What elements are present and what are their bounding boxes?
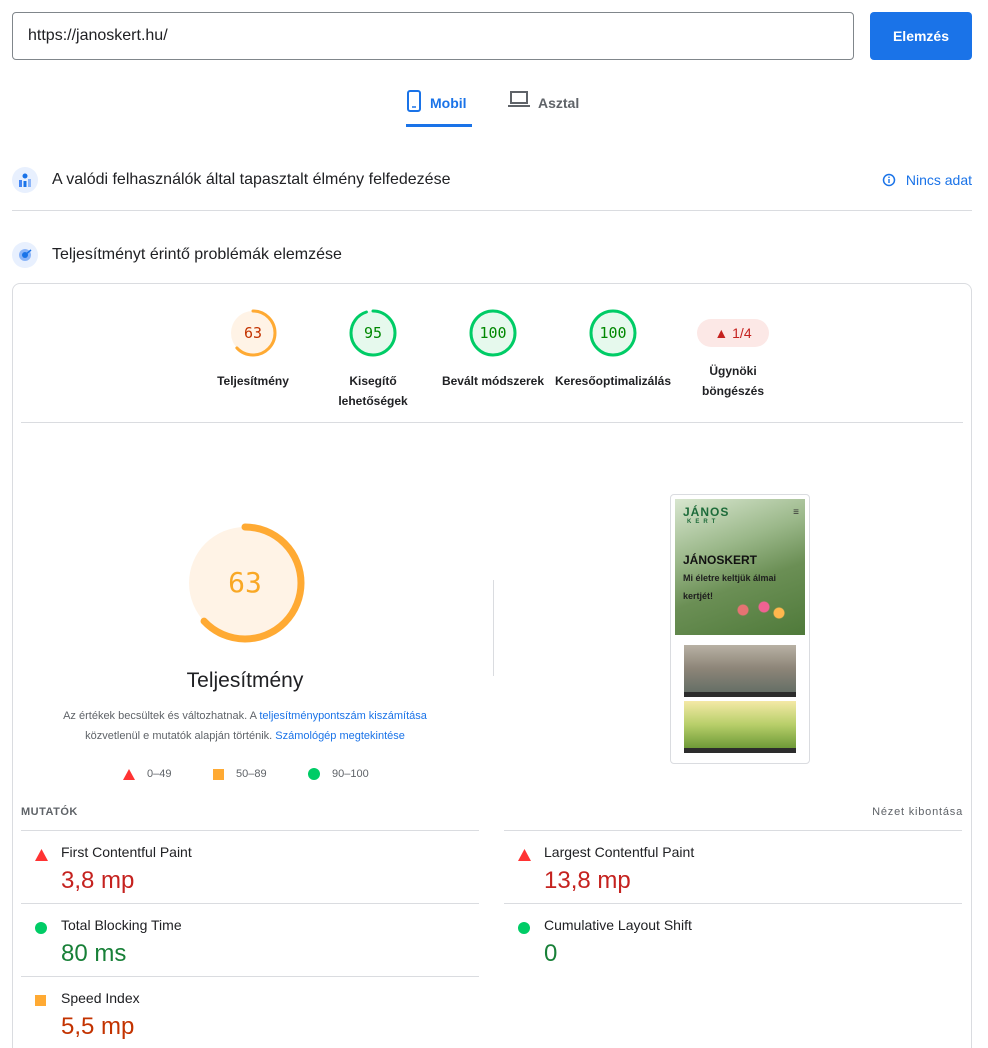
flowers-decoration (731, 595, 791, 625)
metric-value: 0 (544, 940, 558, 967)
page-screenshot: JÁNOS KERT ≡ JÁNOSKERT Mi életre keltjük … (670, 494, 810, 764)
report-card: 63 Teljesítmény 95 Kisegítő lehetőségek … (12, 283, 972, 1048)
calculator-link[interactable]: Számológép megtekintése (275, 730, 405, 742)
legend-range: 90–100 (332, 768, 369, 780)
score-value: 100 (599, 324, 627, 342)
analyze-button[interactable]: Elemzés (870, 12, 972, 60)
hero-image: JÁNOS KERT ≡ JÁNOSKERT Mi életre keltjük … (675, 499, 805, 635)
legend-average: 50–89 (213, 768, 267, 780)
metric-value: 3,8 mp (61, 867, 135, 894)
circle-icon (308, 768, 320, 780)
score-value: 63 (243, 324, 263, 342)
info-icon (882, 173, 896, 187)
tab-desktop-label: Asztal (538, 95, 580, 111)
score-label: Bevált módszerek (441, 374, 545, 388)
metric-name: Cumulative Layout Shift (544, 917, 692, 933)
circle-icon (35, 922, 47, 934)
metric-value: 5,5 mp (61, 1013, 135, 1040)
metric-lcp: Largest Contentful Paint 13,8 mp (504, 830, 962, 903)
crux-section: A valódi felhasználók által tapasztalt é… (12, 167, 972, 193)
square-icon (35, 995, 46, 1006)
tab-desktop[interactable]: Asztal (508, 90, 588, 127)
metric-si: Speed Index 5,5 mp (21, 976, 479, 1048)
triangle-icon (518, 849, 531, 861)
expand-view-button[interactable]: Nézet kibontása (872, 806, 963, 818)
metric-cls: Cumulative Layout Shift 0 (504, 903, 962, 976)
vertical-divider (493, 580, 494, 676)
metric-value: 80 ms (61, 940, 127, 967)
score-accessibility[interactable]: 95 Kisegítő lehetőségek (313, 308, 433, 411)
metrics-title: MUTATÓK (21, 806, 78, 818)
metrics-header: MUTATÓK Nézet kibontása (21, 806, 963, 818)
no-data-label: Nincs adat (905, 172, 972, 188)
gauge-seo: 100 (588, 308, 638, 358)
section-divider (12, 210, 972, 211)
gauge-best-practices: 100 (468, 308, 518, 358)
tab-mobile[interactable]: Mobil (406, 90, 472, 127)
performance-title: Teljesítmény (186, 669, 304, 692)
lighthouse-title: Teljesítményt érintő problémák elemzése (52, 246, 342, 263)
legend-pass: 90–100 (308, 768, 369, 780)
performance-score: 63 (228, 566, 262, 599)
agent-label: Ügynöki böngészés (701, 364, 764, 398)
agent-badge: ▲ 1/4 (697, 319, 769, 347)
url-input[interactable] (12, 12, 854, 60)
score-best-practices[interactable]: 100 Bevált módszerek (433, 308, 553, 391)
tab-mobile-label: Mobil (430, 95, 467, 111)
users-chart-icon (12, 167, 38, 193)
metric-tbt: Total Blocking Time 80 ms (21, 903, 479, 976)
metric-name: Largest Contentful Paint (544, 844, 695, 860)
gauge-performance: 63 (228, 308, 278, 358)
score-seo[interactable]: 100 Keresőoptimalizálás (553, 308, 673, 391)
thumbnail-sprinkler (684, 701, 796, 753)
triangle-icon (123, 768, 135, 780)
performance-description: Az értékek becsültek és változhatnak. A … (35, 706, 455, 746)
metric-value: 13,8 mp (544, 867, 631, 894)
legend-fail: 0–49 (123, 768, 171, 780)
hero-headline: JÁNOSKERT (683, 553, 758, 567)
score-performance[interactable]: 63 Teljesítmény (193, 308, 313, 391)
legend-range: 50–89 (236, 768, 267, 780)
score-agentic[interactable]: ▲ 1/4 Ügynöki böngészés (673, 308, 793, 401)
crux-title: A valódi felhasználók által tapasztalt é… (52, 171, 451, 188)
lighthouse-icon (12, 242, 38, 268)
gauge-accessibility: 95 (348, 308, 398, 358)
score-value: 100 (479, 324, 507, 342)
thumbnail-stairs (684, 645, 796, 697)
site-logo: JÁNOS KERT (683, 505, 730, 525)
no-data-link[interactable]: Nincs adat (882, 172, 972, 188)
circle-icon (518, 922, 530, 934)
desc-text: közvetlenül e mutatók alapján történik. (85, 730, 276, 742)
score-value: 95 (363, 324, 383, 342)
card-divider (21, 422, 963, 423)
square-icon (213, 768, 224, 780)
hamburger-icon: ≡ (793, 507, 799, 518)
metric-fcp: First Contentful Paint 3,8 mp (21, 830, 479, 903)
score-label: Keresőoptimalizálás (554, 374, 672, 388)
desc-text: Az értékek becsültek és változhatnak. A (63, 710, 260, 722)
score-label: Teljesítmény (217, 374, 289, 388)
laptop-icon (508, 91, 530, 107)
metric-name: First Contentful Paint (61, 844, 192, 860)
score-label: Kisegítő lehetőségek (338, 374, 408, 408)
metric-name: Speed Index (61, 990, 140, 1006)
lighthouse-section: Teljesítményt érintő problémák elemzése (12, 242, 972, 268)
performance-gauge-large: 63 (185, 523, 305, 643)
metric-name: Total Blocking Time (61, 917, 182, 933)
score-calc-link[interactable]: teljesítménypontszám kiszámítása (259, 710, 427, 722)
legend-range: 0–49 (147, 768, 172, 780)
phone-icon (407, 90, 421, 112)
triangle-icon (35, 849, 48, 861)
